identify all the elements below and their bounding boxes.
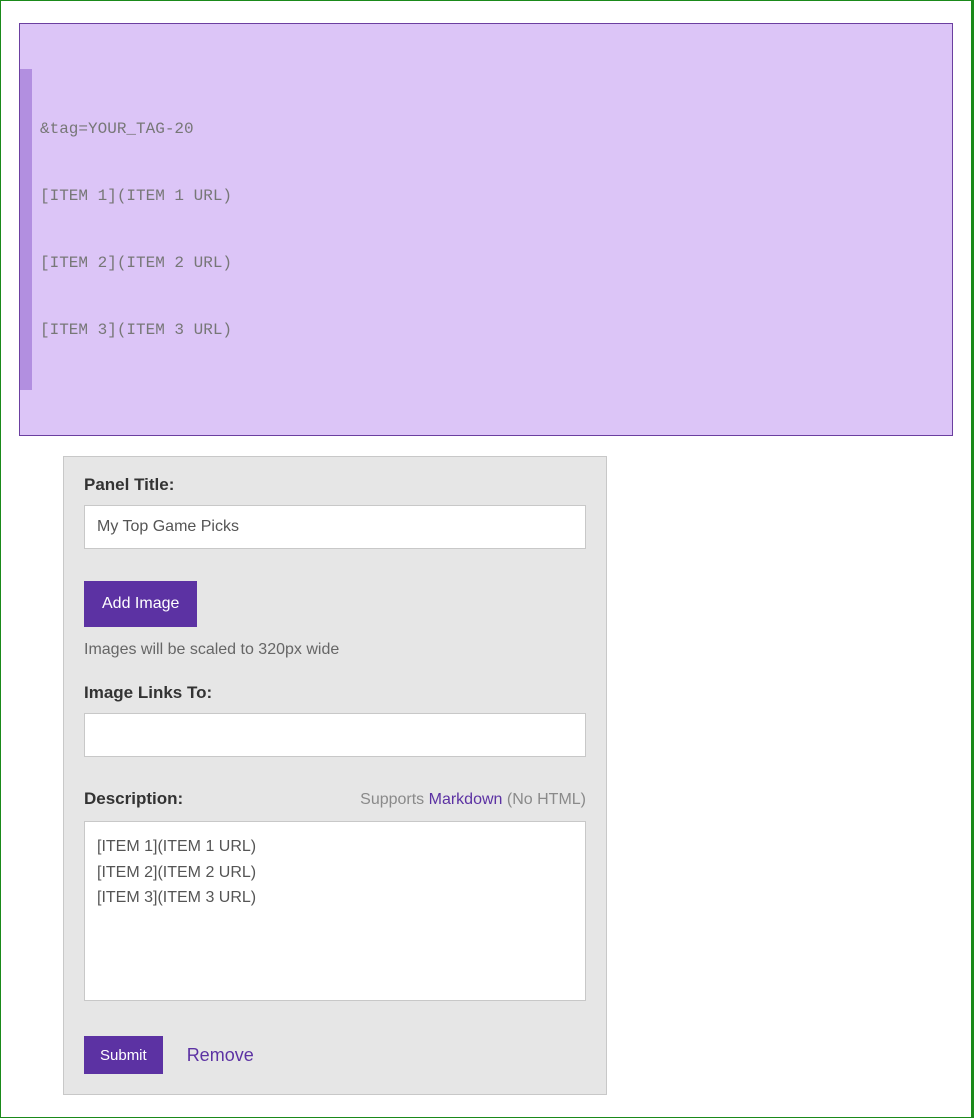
code-line: [ITEM 3](ITEM 3 URL) <box>40 319 944 341</box>
panel-title-input[interactable] <box>84 505 586 549</box>
description-label: Description: <box>84 789 183 809</box>
page-container: &tag=YOUR_TAG-20 [ITEM 1](ITEM 1 URL) [I… <box>0 0 974 1118</box>
panel-title-label: Panel Title: <box>84 475 586 495</box>
code-snippet: &tag=YOUR_TAG-20 [ITEM 1](ITEM 1 URL) [I… <box>19 23 953 436</box>
supports-prefix: Supports <box>360 791 428 808</box>
image-links-to-input[interactable] <box>84 713 586 757</box>
remove-link[interactable]: Remove <box>187 1045 254 1066</box>
description-textarea[interactable] <box>84 821 586 1001</box>
image-scale-hint: Images will be scaled to 320px wide <box>84 641 586 659</box>
image-links-to-label: Image Links To: <box>84 683 586 703</box>
code-line: [ITEM 1](ITEM 1 URL) <box>40 185 944 207</box>
markdown-link[interactable]: Markdown <box>429 791 503 808</box>
code-line: [ITEM 2](ITEM 2 URL) <box>40 252 944 274</box>
edit-panel: Panel Title: Add Image Images will be sc… <box>63 456 607 1095</box>
add-image-button[interactable]: Add Image <box>84 581 197 627</box>
supports-suffix: (No HTML) <box>502 791 586 808</box>
submit-button[interactable]: Submit <box>84 1036 163 1074</box>
code-gutter <box>20 69 32 390</box>
markdown-support-note: Supports Markdown (No HTML) <box>360 791 586 809</box>
code-line: &tag=YOUR_TAG-20 <box>40 118 944 140</box>
